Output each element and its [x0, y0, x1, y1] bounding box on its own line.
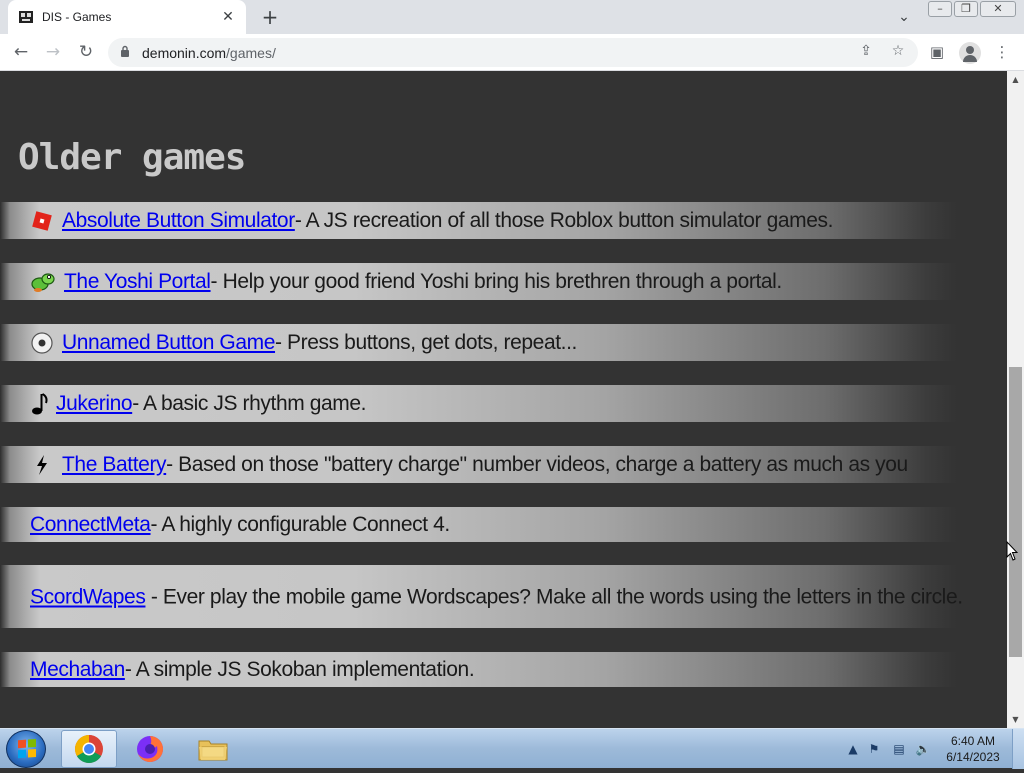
scroll-thumb[interactable]: [1009, 367, 1022, 657]
profile-avatar-icon[interactable]: [959, 42, 981, 64]
game-description: - Based on those "battery charge" number…: [166, 452, 908, 476]
new-tab-button[interactable]: +: [258, 6, 282, 30]
game-link[interactable]: Mechaban: [30, 658, 125, 682]
game-link[interactable]: Jukerino: [56, 392, 133, 416]
game-link[interactable]: Absolute Button Simulator: [62, 209, 295, 233]
url-path: /games/: [226, 44, 276, 61]
site-favicon-icon: [18, 9, 34, 25]
game-description: - Help your good friend Yoshi bring his …: [210, 269, 783, 293]
game-description: - A JS recreation of all those Roblox bu…: [294, 208, 834, 232]
game-description: - A simple JS Sokoban implementation.: [124, 657, 475, 681]
address-bar[interactable]: demonin.com/games/: [108, 38, 918, 67]
game-row: Absolute Button Simulator - A JS recreat…: [0, 202, 1007, 239]
tab-search-chevron-icon[interactable]: ⌄: [894, 8, 914, 26]
game-row: ScordWapes - Ever play the mobile game W…: [0, 565, 1007, 628]
browser-tab[interactable]: DIS - Games ✕: [8, 0, 246, 34]
system-clock[interactable]: 6:40 AM 6/14/2023: [938, 733, 1008, 765]
network-icon[interactable]: ▤: [891, 741, 907, 757]
chrome-icon: [75, 735, 103, 763]
show-hidden-icons-arrow-icon[interactable]: ▲: [845, 741, 861, 757]
game-row: The Yoshi Portal - Help your good friend…: [0, 263, 1007, 300]
game-description: - Press buttons, get dots, repeat...: [275, 330, 577, 354]
forward-arrow-icon[interactable]: →: [41, 40, 65, 64]
scroll-down-arrow-icon[interactable]: ▼: [1007, 711, 1024, 728]
game-link[interactable]: The Yoshi Portal: [64, 270, 211, 294]
game-row: ConnectMeta - A highly configurable Conn…: [0, 507, 1007, 542]
back-arrow-icon[interactable]: ←: [9, 40, 33, 64]
music-note-icon: [30, 392, 50, 416]
windows-start-button[interactable]: [6, 730, 46, 768]
game-row: Mechaban - A simple JS Sokoban implement…: [0, 652, 1007, 687]
game-link[interactable]: ConnectMeta: [30, 513, 151, 537]
windows-taskbar: ▲ ⚑ ▤ 🔈 6:40 AM 6/14/2023: [0, 728, 1024, 769]
game-description: - A basic JS rhythm game.: [132, 391, 367, 415]
game-description: - A highly configurable Connect 4.: [150, 512, 451, 536]
taskbar-explorer-button[interactable]: [185, 730, 241, 768]
game-link[interactable]: Unnamed Button Game: [62, 331, 275, 355]
clock-date: 6/14/2023: [946, 750, 1000, 764]
game-link[interactable]: The Battery: [62, 453, 167, 477]
close-window-button[interactable]: ✕: [980, 1, 1016, 17]
tab-close-icon[interactable]: ✕: [220, 9, 236, 25]
game-row: Jukerino - A basic JS rhythm game.: [0, 385, 1007, 422]
vertical-scrollbar[interactable]: ▲ ▼: [1007, 71, 1024, 728]
volume-muted-icon[interactable]: 🔈: [915, 741, 931, 757]
bookmark-star-icon[interactable]: ☆: [887, 40, 909, 62]
menu-kebab-icon[interactable]: ⋮: [990, 40, 1014, 64]
restore-window-button[interactable]: ❐: [954, 1, 978, 17]
minimize-window-button[interactable]: –: [928, 1, 952, 17]
show-desktop-button[interactable]: [1012, 729, 1024, 769]
firefox-icon: [137, 736, 163, 762]
game-link[interactable]: ScordWapes: [30, 585, 146, 608]
tab-bar: DIS - Games ✕ + ⌄ – ❐ ✕: [0, 0, 1024, 34]
game-row: The Battery - Based on those "battery ch…: [0, 446, 1007, 483]
clock-time: 6:40 AM: [950, 734, 996, 748]
folder-icon: [198, 740, 228, 761]
roblox-icon: [30, 209, 54, 233]
lock-icon: [120, 45, 134, 60]
share-icon[interactable]: ⇪: [855, 40, 877, 62]
taskbar-firefox-button[interactable]: [122, 730, 178, 768]
taskbar-chrome-button[interactable]: [61, 730, 117, 768]
url-host: demonin.com: [142, 44, 227, 61]
side-panel-icon[interactable]: ▣: [925, 40, 949, 64]
windows-logo-icon: [18, 738, 36, 759]
lightning-icon: [30, 453, 54, 477]
browser-toolbar: ← → ↻ demonin.com/games/ ⇪ ☆ ▣ ⋮: [0, 34, 1024, 71]
game-row: Unnamed Button Game - Press buttons, get…: [0, 324, 1007, 361]
reload-icon[interactable]: ↻: [74, 40, 98, 64]
tab-title: DIS - Games: [42, 10, 112, 24]
page-viewport: Older games Absolute Button Simulator - …: [0, 71, 1007, 728]
yoshi-icon: [30, 270, 56, 294]
game-description: - Ever play the mobile game Wordscapes? …: [145, 585, 963, 608]
section-title: Older games: [18, 137, 246, 178]
scroll-up-arrow-icon[interactable]: ▲: [1007, 71, 1024, 88]
dot-icon: [30, 331, 54, 355]
action-center-flag-icon[interactable]: ⚑: [866, 741, 882, 757]
